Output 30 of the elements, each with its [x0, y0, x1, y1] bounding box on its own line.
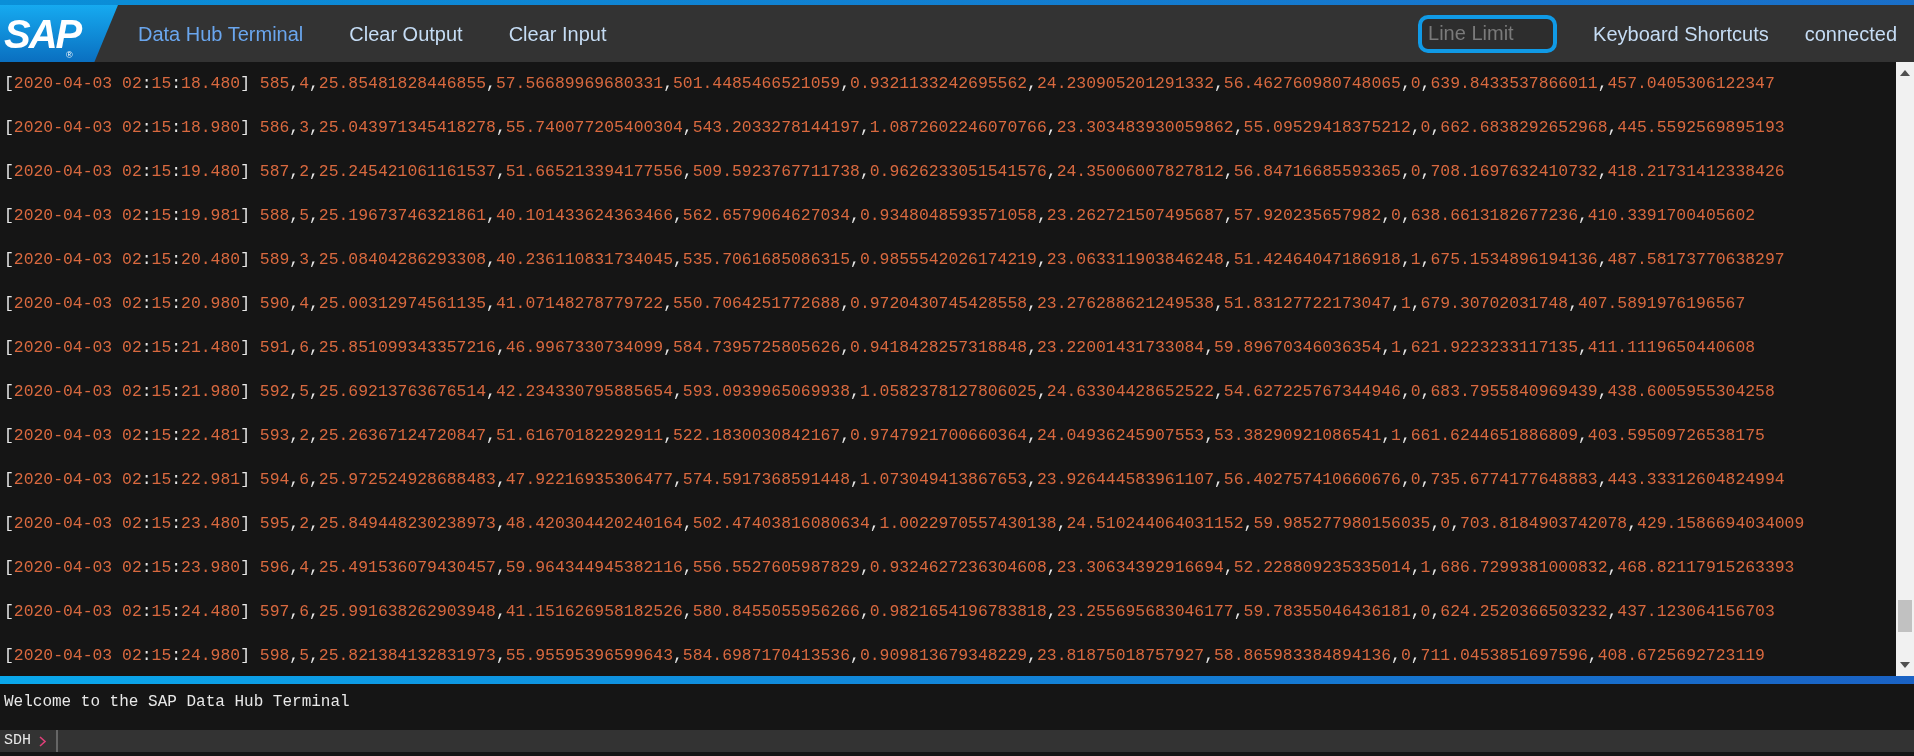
output-line: [2020-04-03 02:15:19.981] 588,5,25.19673746321861,40.101433624363466,562.6579064627034,0.9348048593571058,23.262721507495687,57.920235657982,0,638.6613182677236,410.3391700405602: [4, 206, 1756, 225]
logo: SAP®: [0, 5, 118, 62]
scrollbar-thumb[interactable]: [1898, 600, 1912, 632]
output-line: [2020-04-03 02:15:19.480] 587,2,25.245421061161537,51.665213394177556,509.5923767711738,0.9626233051541576,24.35006007827812,56.84716685593365,0,708.1697632410732,418.21731412338426: [4, 162, 1785, 181]
output-line: [2020-04-03 02:15:21.480] 591,6,25.851099343357216,46.9967330734099,584.7395725805626,0.9418428257318848,23.22001431733084,59.89670346036354,1,621.9223233117135,411.1119650440608: [4, 338, 1756, 357]
registered-mark: ®: [66, 51, 73, 60]
scroll-up-icon[interactable]: [1900, 70, 1910, 76]
nav-tab[interactable]: Clear Output: [349, 18, 463, 49]
output-line: [2020-04-03 02:15:22.481] 593,2,25.26367124720847,51.61670182292911,522.1830030842167,0.9747921700660364,24.04936245907553,53.38290921086541,1,661.6244651886809,403.59509726538175: [4, 426, 1765, 445]
output-line: [2020-04-03 02:15:21.980] 592,5,25.69213763676514,42.234330795885654,593.0939965069938,1.0582378127806025,24.63304428652522,54.627225767344946,0,683.7955840969439,438.6005955304258: [4, 382, 1775, 401]
line-limit-field[interactable]: Line Limit: [1418, 14, 1558, 53]
nav-tab[interactable]: Data Hub Terminal: [138, 18, 304, 49]
output-line: [2020-04-03 02:15:23.480] 595,2,25.849448230238973,48.420304420240164,502.47403816080634,1.0022970557430138,24.510244064031152,59.985277980156035,0,703.8184903742078,429.1586694034009: [4, 514, 1805, 533]
output-line: [2020-04-03 02:15:24.980] 598,5,25.821384132831973,55.95595396599643,584.6987170413536,0.909813679348229,23.81875018757927,58.865983384894136,0,711.0453851697596,408.6725692723119: [4, 646, 1765, 665]
keyboard-shortcuts-link[interactable]: Keyboard Shortcuts: [1593, 18, 1769, 49]
output-line: [2020-04-03 02:15:20.480] 589,3,25.08404286293308,40.236110831734045,535.7061685086315,0.9855542026174219,23.063311903846248,51.42464047186918,1,675.1534896194136,487.58173770638297: [4, 250, 1785, 269]
output-line: [2020-04-03 02:15:24.480] 597,6,25.991638262903948,41.151626958182526,580.8455055956266,0.9821654196783818,23.255695683046177,59.78355046436181,0,624.2520366503232,437.123064156703: [4, 602, 1775, 621]
connection-status: connected: [1804, 21, 1897, 47]
output-line: [2020-04-03 02:15:22.981] 594,6,25.972524928688483,47.92216935306477,574.5917368591448,1.073049413867653,23.926444583961107,56.402757410660676,0,735.6774177648883,443.33312604824994: [4, 470, 1785, 489]
prompt-label: SDH: [3, 731, 31, 751]
welcome-message: Welcome to the SAP Data Hub Terminal: [4, 693, 350, 711]
output-line: [2020-04-03 02:15:20.980] 590,4,25.00312974561135,41.07148278779722,550.7064251772688,0.9720430745428558,23.276288621249538,51.83127722173047,1,679.30702031748,407.5891976196567: [4, 294, 1746, 313]
nav-tab[interactable]: Clear Input: [508, 18, 607, 49]
scroll-down-icon[interactable]: [1900, 662, 1910, 668]
output-line: [2020-04-03 02:15:18.980] 586,3,25.043971345418278,55.740077205400304,543.2033278144197,1.0872602246070766,23.303483930059862,55.09529418375212,0,662.6838292652968,445.5592569895193: [4, 118, 1785, 137]
command-bar[interactable]: SDH: [0, 730, 1914, 752]
output-line: [2020-04-03 02:15:18.480] 585,4,25.85481828446855,57.56689969680331,501.4485466521059,0.9321133242695562,24.230905201291332,56.462760980748065,0,639.8433537866011,457.0405306122347: [4, 74, 1775, 93]
output-line: [2020-04-03 02:15:23.980] 596,4,25.491536079430457,59.964344945382116,556.5527605987829,0.9324627236304608,23.30634392916694,52.228809235335014,1,686.7299381000832,468.82117915263393: [4, 558, 1795, 577]
chevron-icon: [39, 735, 47, 747]
scrollbar[interactable]: [1896, 62, 1914, 676]
